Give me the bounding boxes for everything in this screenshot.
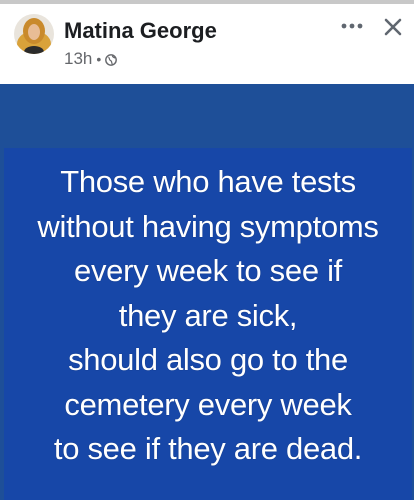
quote-line-1: Those who have tests	[60, 164, 356, 199]
quote-line-5: should also go to the	[68, 342, 348, 377]
more-options-button[interactable]	[338, 14, 366, 38]
avatar[interactable]	[14, 14, 54, 54]
quote-text: Those who have tests without having symp…	[4, 160, 412, 472]
quote-line-4: they are sick,	[118, 297, 298, 333]
post-time[interactable]: 13h	[64, 49, 92, 69]
more-options-icon	[341, 23, 363, 29]
quote-line-7: to see if they are dead.	[53, 431, 363, 466]
quote-line-3: every week to see if	[74, 253, 342, 288]
post-image[interactable]: Those who have tests without having symp…	[0, 84, 414, 500]
close-icon	[384, 18, 402, 36]
globe-icon[interactable]	[105, 53, 118, 66]
avatar-image	[14, 14, 54, 54]
post-header: Matina George 13h •	[0, 4, 414, 84]
quote-line-2: without having symptoms	[37, 208, 379, 244]
quote-card: Those who have tests without having symp…	[4, 148, 412, 500]
quote-line-6: cemetery every week	[64, 386, 352, 422]
post-meta: 13h •	[64, 49, 118, 69]
close-button[interactable]	[378, 12, 408, 42]
author-name[interactable]: Matina George	[64, 18, 217, 44]
meta-separator: •	[96, 51, 102, 67]
